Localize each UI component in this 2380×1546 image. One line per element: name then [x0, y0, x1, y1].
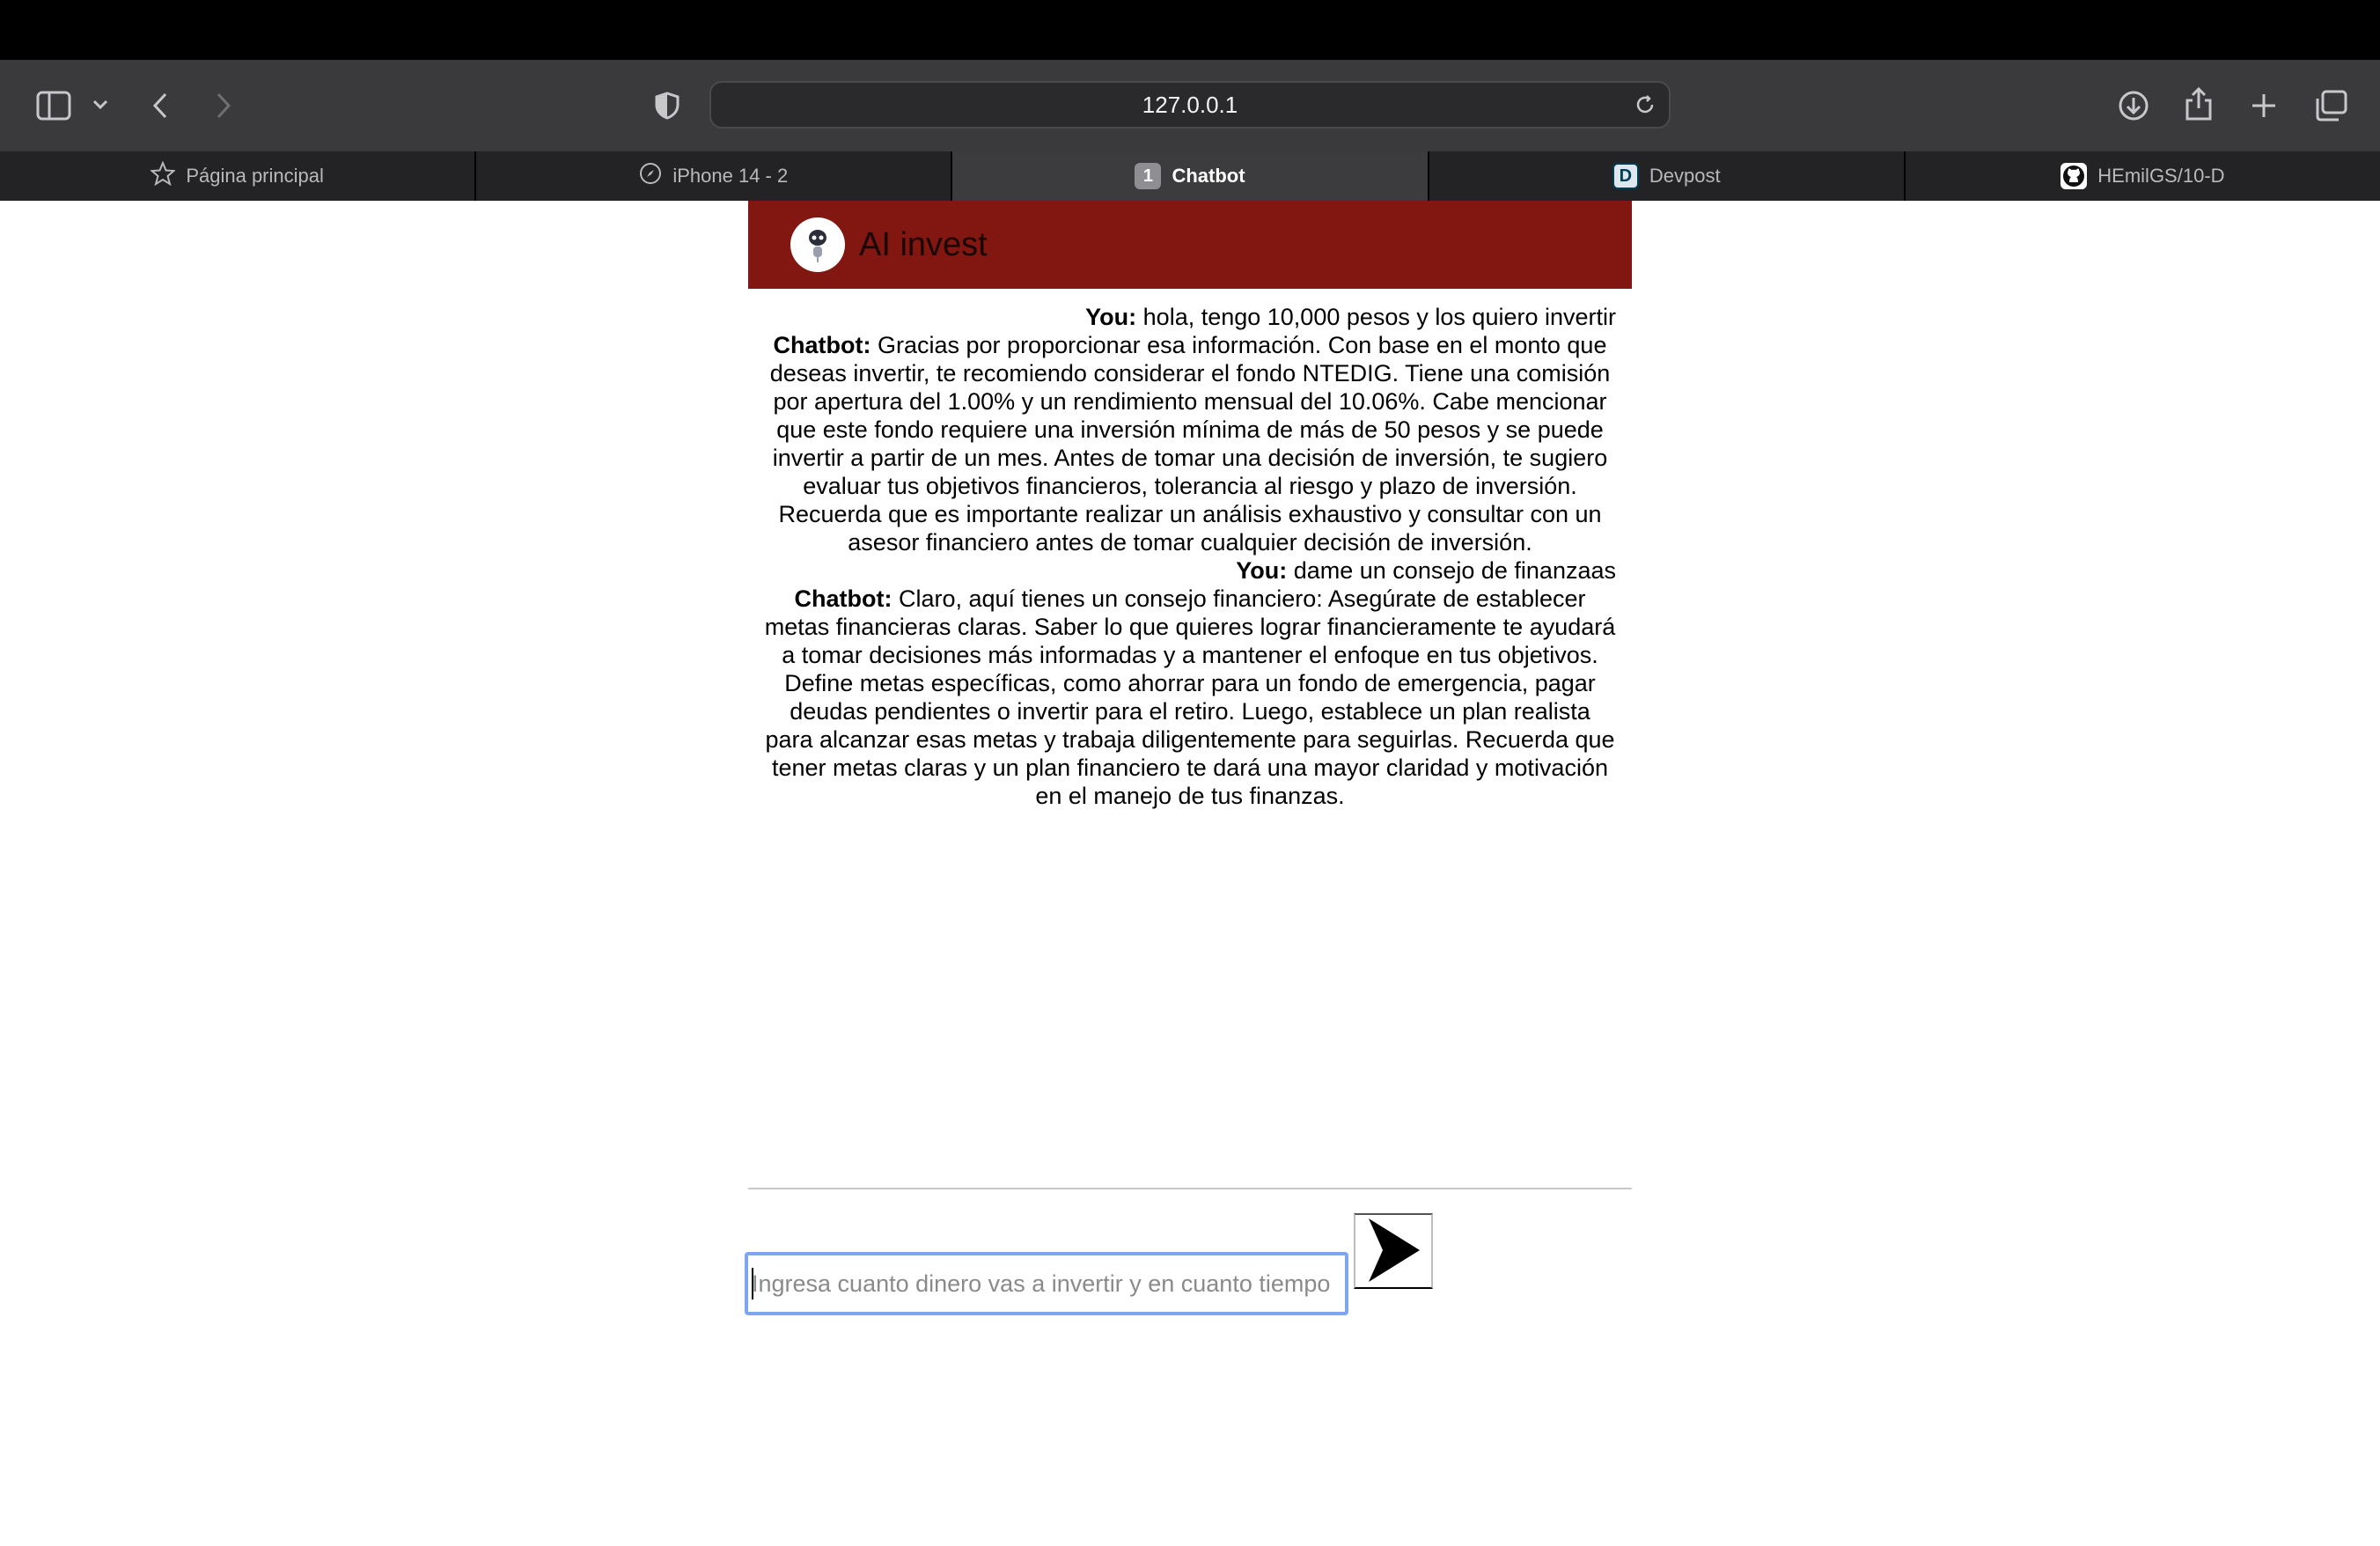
- chat-log: You: hola, tengo 10,000 pesos y los quie…: [748, 289, 1632, 810]
- speaker-label: You:: [1236, 557, 1288, 584]
- share-icon[interactable]: [2181, 83, 2216, 125]
- text-caret: [752, 1268, 753, 1299]
- back-icon[interactable]: [144, 86, 176, 125]
- download-icon[interactable]: [2116, 86, 2151, 125]
- user-message: You: dame un consejo de finanzaas: [764, 556, 1616, 585]
- chatbot-app: AI invest You: hola, tengo 10,000 pesos …: [748, 201, 1632, 810]
- send-button[interactable]: [1354, 1213, 1433, 1289]
- tab-number-badge: 1: [1135, 163, 1162, 189]
- reload-icon[interactable]: [1632, 92, 1658, 118]
- message-text: Gracias por proporcionar esa información…: [769, 332, 1611, 556]
- message-text: Claro, aquí tienes un consejo financiero…: [764, 585, 1616, 809]
- star-icon: [150, 160, 177, 191]
- compass-icon: [639, 162, 662, 190]
- tab-devpost[interactable]: D Devpost: [1429, 151, 1906, 201]
- send-arrow-icon: [1365, 1217, 1421, 1286]
- speaker-label: Chatbot:: [794, 585, 892, 612]
- sidebar-toggle-icon[interactable]: [33, 86, 74, 125]
- tab-label: iPhone 14 - 2: [672, 165, 789, 187]
- bot-message: Chatbot: Gracias por proporcionar esa in…: [764, 331, 1616, 556]
- tab-overview-icon[interactable]: [2311, 86, 2350, 125]
- tab-label: Devpost: [1649, 165, 1721, 187]
- url-text: 127.0.0.1: [1142, 92, 1238, 118]
- message-input[interactable]: [745, 1252, 1348, 1315]
- tab-label: HEmilGS/10-D: [2097, 165, 2225, 187]
- tab-label: Página principal: [186, 165, 324, 187]
- tab-bar: Página principal iPhone 14 - 2 1 Chatbot…: [0, 151, 2380, 201]
- forward-icon[interactable]: [208, 86, 239, 125]
- tab-iphone[interactable]: iPhone 14 - 2: [476, 151, 953, 201]
- devpost-icon: D: [1612, 163, 1639, 189]
- speaker-label: Chatbot:: [773, 332, 871, 358]
- robot-icon: [790, 217, 845, 272]
- address-bar[interactable]: 127.0.0.1: [709, 81, 1671, 129]
- chevron-down-icon[interactable]: [88, 92, 113, 118]
- speaker-label: You:: [1085, 304, 1137, 330]
- message-text: hola, tengo 10,000 pesos y los quiero in…: [1136, 304, 1616, 330]
- composer-divider: [748, 1188, 1632, 1189]
- tab-chatbot[interactable]: 1 Chatbot: [952, 151, 1429, 201]
- bot-message: Chatbot: Claro, aquí tienes un consejo f…: [764, 585, 1616, 810]
- app-title: AI invest: [859, 225, 988, 263]
- message-text: dame un consejo de finanzaas: [1287, 557, 1616, 584]
- app-header: AI invest: [748, 201, 1632, 289]
- tab-pagina-principal[interactable]: Página principal: [0, 151, 477, 201]
- new-tab-icon[interactable]: [2246, 86, 2281, 125]
- tab-github[interactable]: HEmilGS/10-D: [1906, 151, 2380, 201]
- github-icon: [2060, 163, 2088, 189]
- shield-icon[interactable]: [651, 86, 683, 125]
- user-message: You: hola, tengo 10,000 pesos y los quie…: [764, 303, 1616, 331]
- tab-label: Chatbot: [1172, 165, 1245, 187]
- screen-top-bar: [0, 0, 2380, 60]
